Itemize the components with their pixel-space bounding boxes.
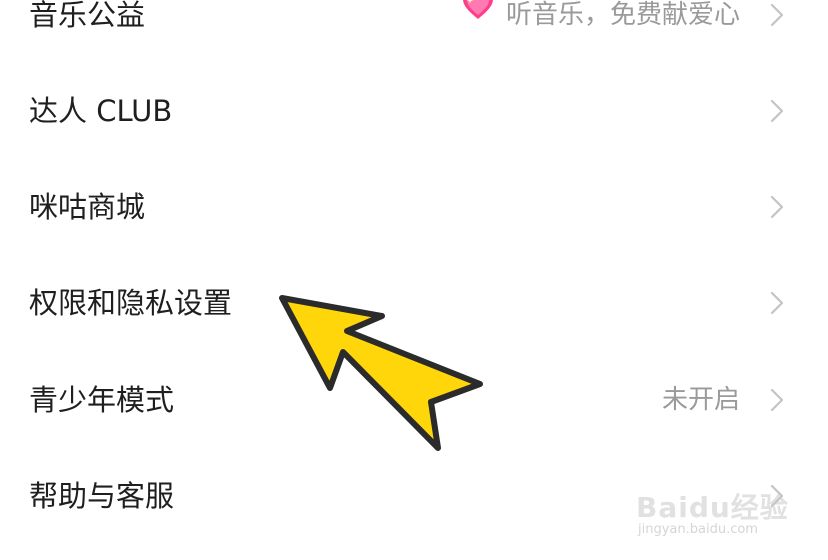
chevron-right-icon xyxy=(770,291,784,315)
menu-item-music-charity[interactable]: 音乐公益 听音乐，免费献爱心 xyxy=(0,0,828,63)
sparkling-heart-icon xyxy=(462,0,494,61)
chevron-right-icon xyxy=(770,484,784,508)
menu-item-migu-mall[interactable]: 咪咕商城 xyxy=(0,159,828,255)
chevron-right-icon xyxy=(770,3,784,27)
menu-item-label: 权限和隐私设置 xyxy=(29,286,233,320)
chevron-right-icon xyxy=(770,99,784,123)
menu-item-label: 帮助与客服 xyxy=(29,479,175,513)
settings-screen: 音乐公益 听音乐，免费献爱心 达人 CLUB 咪咕商城 权限和隐私设置 青少年模… xyxy=(0,0,828,560)
menu-item-value: 听音乐，免费献爱心 xyxy=(462,0,740,63)
menu-item-label: 青少年模式 xyxy=(29,383,175,417)
menu-item-permission-privacy-settings[interactable]: 权限和隐私设置 xyxy=(0,255,828,351)
menu-item-value-text: 听音乐，免费献爱心 xyxy=(505,0,740,30)
menu-item-label: 咪咕商城 xyxy=(29,190,146,224)
menu-item-label: 达人 CLUB xyxy=(29,94,173,128)
chevron-right-icon xyxy=(770,195,784,219)
menu-item-talent-club[interactable]: 达人 CLUB xyxy=(0,63,828,159)
menu-item-label: 音乐公益 xyxy=(29,0,146,32)
menu-item-value: 未开启 xyxy=(661,385,740,415)
menu-item-help-support[interactable]: 帮助与客服 xyxy=(0,448,828,544)
menu-item-teen-mode[interactable]: 青少年模式 未开启 xyxy=(0,352,828,448)
chevron-right-icon xyxy=(770,388,784,412)
